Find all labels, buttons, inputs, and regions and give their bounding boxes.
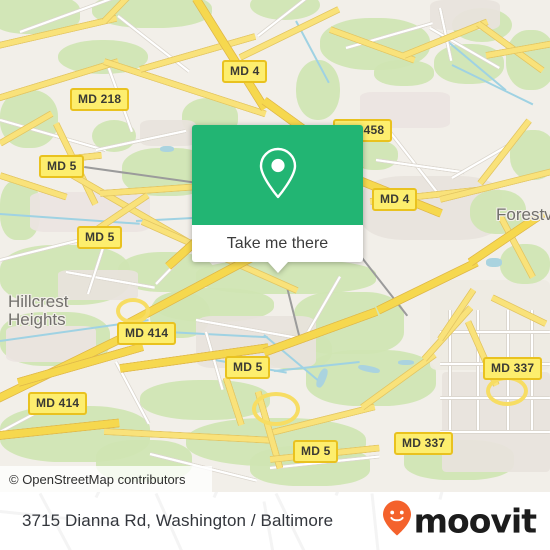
minor-road xyxy=(476,310,480,432)
road-shield: MD 5 xyxy=(225,356,271,379)
road-shield: MD 337 xyxy=(394,432,454,455)
minor-road xyxy=(440,430,550,434)
road-shield: MD 4 xyxy=(372,188,418,211)
popup-pointer-arrow xyxy=(267,262,288,273)
landuse-area xyxy=(296,60,340,120)
destination-popup-card[interactable]: Take me there xyxy=(192,125,363,273)
moovit-logo[interactable]: moovit xyxy=(382,500,537,543)
moovit-map-screenshot: MD 4 MD 218 MD 458 MD 5 MD 4 MD 5 MD 414… xyxy=(0,0,550,550)
destination-address: 3715 Dianna Rd, Washington / Baltimore xyxy=(22,511,334,530)
road-shield: MD 218 xyxy=(70,88,130,111)
footer-watermark xyxy=(334,492,366,497)
place-label-forestville: Forestvi xyxy=(496,205,550,224)
water-body xyxy=(160,146,174,152)
footer-bar: 3715 Dianna Rd, Washington / Baltimore m… xyxy=(0,492,550,550)
landuse-area xyxy=(140,380,270,420)
attribution-text: © OpenStreetMap contributors xyxy=(9,471,186,487)
water-body xyxy=(486,258,502,267)
minor-road xyxy=(440,330,550,334)
map-pin-icon xyxy=(256,145,300,206)
road-shield: MD 414 xyxy=(117,322,177,345)
road-shield: MD 5 xyxy=(293,440,339,463)
highway-road xyxy=(486,376,528,406)
moovit-wordmark: moovit xyxy=(413,501,537,541)
footer-watermark xyxy=(370,493,381,550)
road-shield: MD 4 xyxy=(222,60,268,83)
take-me-there-label: Take me there xyxy=(226,234,329,252)
popup-action[interactable]: Take me there xyxy=(192,225,363,262)
highway-road xyxy=(252,392,300,426)
map-canvas[interactable]: MD 4 MD 218 MD 458 MD 5 MD 4 MD 5 MD 414… xyxy=(0,0,550,492)
footer-watermark xyxy=(212,492,248,499)
road-shield: MD 414 xyxy=(28,392,88,415)
map-attribution[interactable]: © OpenStreetMap contributors xyxy=(0,466,212,492)
popup-header xyxy=(192,125,363,225)
footer-watermark xyxy=(94,492,133,499)
road-shield: MD 337 xyxy=(483,357,543,380)
moovit-pin-smiley-icon xyxy=(382,500,412,543)
road-shield: MD 5 xyxy=(39,155,85,178)
landuse-area xyxy=(374,60,434,86)
place-label-hillcrest-heights: Hillcrest Heights xyxy=(8,292,69,329)
highway-road xyxy=(116,298,150,324)
road-shield: MD 5 xyxy=(77,226,123,249)
water-body xyxy=(398,360,414,365)
